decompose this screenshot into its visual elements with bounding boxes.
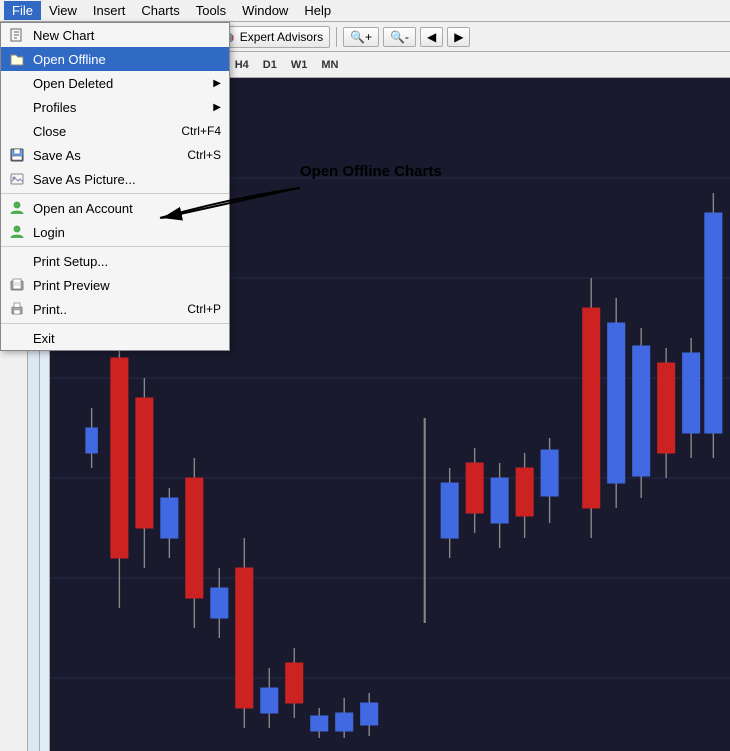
menu-item-save-as-picture[interactable]: Save As Picture... <box>1 167 229 191</box>
tf-d1[interactable]: D1 <box>257 57 283 73</box>
new-chart-menu-icon <box>7 26 27 44</box>
toolbar-separator-3 <box>336 27 337 47</box>
menu-item-profiles[interactable]: Profiles ▶ <box>1 95 229 119</box>
print-setup-icon <box>7 252 27 270</box>
menu-label-save-as-picture: Save As Picture... <box>33 172 221 187</box>
close-file-icon <box>7 122 27 140</box>
scroll-left-button[interactable]: ◀ <box>420 27 443 47</box>
separator-2 <box>1 246 229 247</box>
zoom-in-icon: 🔍+ <box>350 30 372 44</box>
save-as-shortcut: Ctrl+S <box>187 148 221 162</box>
menu-label-close: Close <box>33 124 175 139</box>
exit-icon <box>7 329 27 347</box>
zoom-in-button[interactable]: 🔍+ <box>343 27 379 47</box>
expert-advisors-button[interactable]: 🤖 Expert Advisors <box>213 26 330 48</box>
open-account-icon <box>7 199 27 217</box>
menu-item-print-preview[interactable]: Print Preview <box>1 273 229 297</box>
print-preview-icon <box>7 276 27 294</box>
menu-view[interactable]: View <box>41 1 85 20</box>
menu-item-login[interactable]: Login <box>1 220 229 244</box>
scroll-right-icon: ▶ <box>454 30 463 44</box>
open-offline-icon <box>7 50 27 68</box>
menu-item-exit[interactable]: Exit <box>1 326 229 350</box>
menu-item-open-offline[interactable]: Open Offline <box>1 47 229 71</box>
menu-window[interactable]: Window <box>234 1 296 20</box>
menu-item-open-deleted[interactable]: Open Deleted ▶ <box>1 71 229 95</box>
menu-tools[interactable]: Tools <box>188 1 234 20</box>
separator-3 <box>1 323 229 324</box>
menu-label-login: Login <box>33 225 221 240</box>
menu-file[interactable]: File <box>4 1 41 20</box>
open-deleted-icon <box>7 74 27 92</box>
menu-charts[interactable]: Charts <box>133 1 187 20</box>
menu-insert[interactable]: Insert <box>85 1 134 20</box>
menu-item-print-setup[interactable]: Print Setup... <box>1 249 229 273</box>
menu-label-profiles: Profiles <box>33 100 207 115</box>
expert-advisors-label: Expert Advisors <box>240 30 323 44</box>
print-icon <box>7 300 27 318</box>
menubar: File View Insert Charts Tools Window Hel… <box>0 0 730 22</box>
menu-label-open-offline: Open Offline <box>33 52 221 67</box>
menu-label-print: Print.. <box>33 302 181 317</box>
profiles-arrow: ▶ <box>213 102 221 113</box>
tf-w1[interactable]: W1 <box>285 57 314 73</box>
menu-label-print-preview: Print Preview <box>33 278 221 293</box>
menu-label-exit: Exit <box>33 331 221 346</box>
profiles-icon <box>7 98 27 116</box>
open-deleted-arrow: ▶ <box>213 78 221 89</box>
menu-label-open-deleted: Open Deleted <box>33 76 207 91</box>
menu-label-new-chart: New Chart <box>33 28 221 43</box>
login-icon <box>7 223 27 241</box>
menu-item-new-chart[interactable]: New Chart <box>1 23 229 47</box>
zoom-out-icon: 🔍- <box>390 30 409 44</box>
zoom-out-button[interactable]: 🔍- <box>383 27 416 47</box>
separator-1 <box>1 193 229 194</box>
menu-item-save-as[interactable]: Save As Ctrl+S <box>1 143 229 167</box>
menu-item-print[interactable]: Print.. Ctrl+P <box>1 297 229 321</box>
save-as-icon <box>7 146 27 164</box>
scroll-right-button[interactable]: ▶ <box>447 27 470 47</box>
scroll-left-icon: ◀ <box>427 30 436 44</box>
tf-h4[interactable]: H4 <box>229 57 255 73</box>
save-picture-icon <box>7 170 27 188</box>
menu-item-open-account[interactable]: Open an Account <box>1 196 229 220</box>
tf-mn[interactable]: MN <box>315 57 344 73</box>
menu-label-print-setup: Print Setup... <box>33 254 221 269</box>
menu-help[interactable]: Help <box>296 1 339 20</box>
menu-item-close[interactable]: Close Ctrl+F4 <box>1 119 229 143</box>
menu-label-save-as: Save As <box>33 148 181 163</box>
menu-label-open-account: Open an Account <box>33 201 221 216</box>
close-shortcut: Ctrl+F4 <box>181 124 221 138</box>
print-shortcut: Ctrl+P <box>187 302 221 316</box>
file-dropdown-menu: New Chart Open Offline Open Deleted ▶ Pr… <box>0 22 230 351</box>
